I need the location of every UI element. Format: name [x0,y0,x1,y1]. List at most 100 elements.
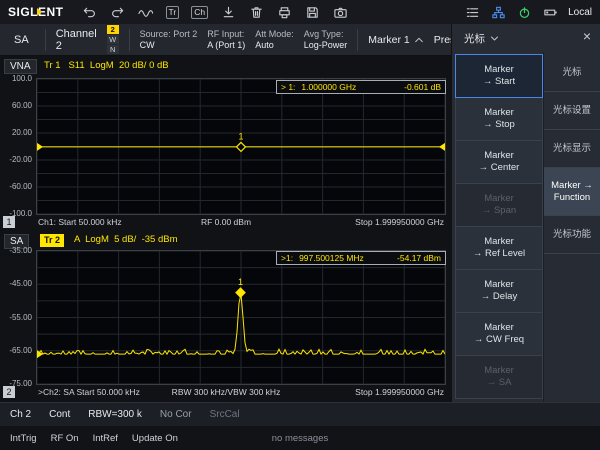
lan-network-icon[interactable] [490,4,506,20]
sa-marker-prefix: >1: [281,253,293,263]
vna-marker-prefix: > 1: [281,82,295,92]
status-srccal: SrcCal [210,409,240,420]
sa-marker-freq: 997.500125 MHz [299,253,364,263]
menu-item-marker-to-cw-freq[interactable]: Marker → CW Freq [455,312,543,356]
badge-w: W [107,35,119,44]
status-no-cor: No Cor [160,409,192,420]
redo-icon[interactable] [110,4,126,20]
vna-channel-index: 1 [3,216,15,228]
svg-text:1: 1 [238,131,243,141]
vna-y-label: 60.00 [2,101,32,111]
sa-marker-readout: >1: 997.500125 MHz -54.17 dBm [276,251,446,265]
download-arrow-icon[interactable] [220,4,236,20]
vna-y-label: -60.00 [2,182,32,192]
vna-trace-info[interactable]: Tr 1 S11 LogM 20 dB/ 0 dB [44,60,169,71]
tab-label: 光标功能 [553,229,591,241]
toolbar-separator [45,29,46,51]
avg-type-value: Log-Power [304,40,348,51]
local-remote-button[interactable]: Local [568,7,592,18]
menu-item-line2: → SA [487,377,512,389]
vna-stop-freq: Stop 1.999950000 GHz [355,217,444,227]
rf-input-field[interactable]: RF Input: A (Port 1) [207,29,245,51]
menu-item-line1: Marker [484,279,514,291]
att-mode-label: Att Mode: [255,29,294,40]
tab-label: Marker → [551,180,593,192]
sa-y-label: -45.00 [2,279,32,289]
menu-item-line2: → CW Freq [474,334,524,346]
status-cont: Cont [49,409,70,420]
badge-2: 2 [107,25,119,34]
menu-item-marker-to-delay[interactable]: Marker → Delay [455,269,543,313]
sa-mode-button[interactable]: SA [8,32,35,48]
menu-title[interactable]: 光标 [464,31,499,46]
channel-label[interactable]: Channel 2 [56,28,97,52]
sa-stop-freq: Stop 1.999950000 GHz [355,387,444,397]
printer-icon[interactable] [276,4,292,20]
sa-footer: 2 >Ch2: SA Start 50.000 kHz RBW 300 kHz/… [0,386,452,400]
att-mode-value: Auto [255,40,294,51]
menu-item-marker-to-stop[interactable]: Marker → Stop [455,97,543,141]
vna-plot[interactable]: 1 [36,78,446,215]
channel-mode-badge: 2 W N [107,25,119,54]
status-channel: Ch 2 [10,409,31,420]
tab-marker-function[interactable]: Marker → Function [544,168,600,216]
channel-tool-icon[interactable]: Ch [191,6,208,19]
tab-marker-func-cn[interactable]: 光标功能 [544,216,600,254]
menu-item-line1: Marker [484,365,514,377]
menu-item-line2: → Ref Level [473,248,525,260]
vna-footer: 1 Ch1: Start 50.000 kHz RF 0.00 dBm Stop… [0,216,452,230]
status-update-on: Update On [132,433,178,444]
sa-trace-badge[interactable]: Tr 2 [40,234,64,247]
tab-marker[interactable]: 光标 [544,54,600,92]
logo-accent [37,8,42,16]
chevron-down-icon [490,35,499,42]
trace-tool-icon[interactable]: Tr [166,6,180,19]
menu-item-marker-to-center[interactable]: Marker → Center [455,140,543,184]
close-icon[interactable]: × [583,28,591,44]
sa-y-label: -65.00 [2,346,32,356]
status-bar-acquisition: Ch 2 Cont RBW=300 k No Cor SrcCal [0,402,600,426]
source-field[interactable]: Source: Port 2 CW [140,29,198,51]
marker-dropdown-button[interactable]: Marker 1 [368,34,423,46]
vna-panel-label[interactable]: VNA [4,59,37,74]
menu-item-line2: → Span [482,205,516,217]
vna-marker-freq: 1.000000 GHz [301,82,356,92]
sa-plot[interactable]: 1 [36,250,446,385]
waveform-icon[interactable] [138,4,154,20]
trash-icon[interactable] [248,4,264,20]
vna-y-label: 20.00 [2,128,32,138]
menu-item-marker-to-start[interactable]: Marker → Start [455,54,543,98]
att-mode-field[interactable]: Att Mode: Auto [255,29,294,51]
menu-item-line2: → Stop [483,119,515,131]
top-toolbar: SIGLENT Tr Ch Local [0,0,600,24]
sa-trace-info[interactable]: A LogM 5 dB/ -35 dBm [74,234,178,245]
toolbar-separator [129,29,130,51]
menu-item-line1: Marker [484,64,514,76]
battery-icon [542,4,558,20]
tab-marker-display[interactable]: 光标显示 [544,130,600,168]
tab-marker-setup[interactable]: 光标设置 [544,92,600,130]
camera-icon[interactable] [332,4,348,20]
sa-start-freq: >Ch2: SA Start 50.000 kHz [38,387,140,397]
power-status-icon[interactable] [516,4,532,20]
status-message: no messages [272,433,329,444]
undo-icon[interactable] [82,4,98,20]
avg-type-label: Avg Type: [304,29,348,40]
marker-dropdown-label: Marker 1 [368,34,409,46]
vna-y-label: 100.0 [2,74,32,84]
tab-label: 光标设置 [553,105,591,117]
tab-label-line2: Function [554,192,590,204]
status-inttrig: IntTrig [10,433,37,444]
sa-channel-index: 2 [3,386,15,398]
menu-item-marker-to-ref-level[interactable]: Marker → Ref Level [455,226,543,270]
menu-title-label: 光标 [464,31,485,46]
source-label: Source: Port 2 [140,29,198,40]
sa-y-label: -55.00 [2,313,32,323]
vna-marker-level: -0.601 dB [404,82,441,92]
status-bar-system: IntTrig RF On IntRef Update On no messag… [0,426,600,450]
save-icon[interactable] [304,4,320,20]
menu-item-line2: → Start [483,76,515,88]
avg-type-field[interactable]: Avg Type: Log-Power [304,29,348,51]
task-list-icon[interactable] [464,4,480,20]
source-value: CW [140,40,198,51]
